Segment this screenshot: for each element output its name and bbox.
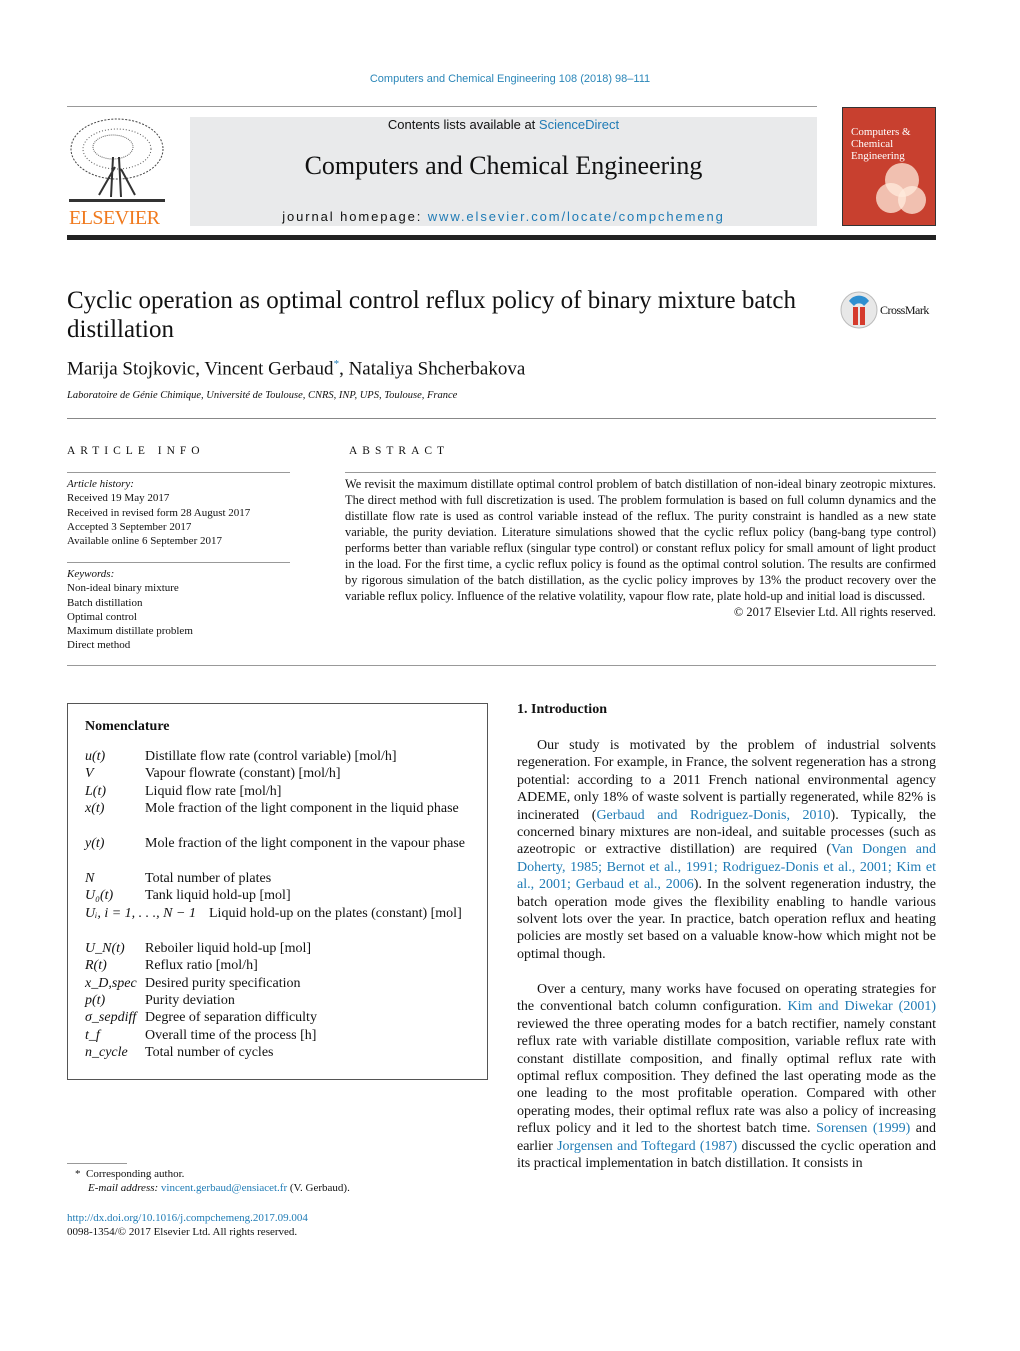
footnote-divider	[67, 1163, 127, 1164]
symbol: σ_sepdiff	[85, 1010, 137, 1025]
affiliation: Laboratoire de Génie Chimique, Universit…	[67, 390, 458, 401]
symbol: x_D,spec	[85, 976, 137, 991]
nomenclature-box: Nomenclature u(t) Distillate flow rate (c…	[67, 703, 488, 1080]
definition: Reflux ratio [mol/h]	[145, 958, 258, 973]
definition: Purity deviation	[145, 993, 235, 1008]
symbol: x(t)	[85, 801, 105, 816]
symbol: n_cycle	[85, 1045, 128, 1060]
symbol: u(t)	[85, 749, 106, 764]
abstract: We revisit the maximum distillate optima…	[345, 476, 936, 620]
cover-graphic-icon	[898, 186, 926, 214]
definition: Tank liquid hold-up [mol]	[145, 888, 291, 903]
history-item: Received in revised form 28 August 2017	[67, 506, 251, 519]
keyword: Optimal control	[67, 610, 137, 623]
contents-line: Contents lists available at ScienceDirec…	[190, 117, 817, 132]
definition: Vapour flowrate (constant) [mol/h]	[145, 766, 341, 781]
author-name: , Nataliya Shcherbakova	[339, 358, 526, 380]
footnote-text: Corresponding author.	[86, 1168, 185, 1180]
keyword: Batch distillation	[67, 596, 143, 609]
symbol: t_f	[85, 1028, 100, 1043]
symbol: N	[85, 871, 95, 886]
symbol: y(t)	[85, 836, 105, 851]
journal-title: Computers and Chemical Engineering	[304, 151, 703, 180]
footnote-corresponding: * Corresponding author.	[75, 1168, 184, 1180]
divider	[67, 562, 290, 563]
journal-cover[interactable]: Computers & Chemical Engineering	[842, 107, 936, 226]
doi-link[interactable]: http://dx.doi.org/10.1016/j.compchemeng.…	[67, 1212, 308, 1224]
email-label: E-mail address:	[88, 1182, 161, 1194]
keywords-label: Keywords:	[67, 568, 115, 580]
definition: Liquid hold-up on the plates (constant) …	[209, 906, 462, 921]
email-link[interactable]: vincent.gerbaud@ensiacet.fr	[161, 1182, 287, 1194]
citation-link[interactable]: Gerbaud and Rodriguez-Donis, 2010	[596, 808, 830, 823]
contents-prefix: Contents lists available at	[387, 117, 539, 132]
article-info-heading: ARTICLE INFO	[67, 445, 205, 457]
symbol: R(t)	[85, 958, 107, 973]
cover-title: Computers & Chemical Engineering	[851, 126, 911, 162]
section-heading-introduction: 1. Introduction	[517, 702, 607, 717]
symbol: p(t)	[85, 993, 106, 1008]
citation-link[interactable]: Kim and Diwekar (2001)	[787, 999, 936, 1014]
footnote-email: E-mail address: vincent.gerbaud@ensiacet…	[88, 1182, 350, 1194]
author-names: Marija Stojkovic, Vincent Gerbaud	[67, 358, 334, 380]
definition: Liquid flow rate [mol/h]	[145, 784, 282, 799]
header-divider	[67, 235, 936, 240]
definition: Distillate flow rate (control variable) …	[145, 749, 397, 764]
symbol: V	[85, 766, 94, 781]
crossmark-button[interactable]: CrossMark	[840, 291, 940, 329]
journal-reference[interactable]: Computers and Chemical Engineering 108 (…	[0, 73, 1020, 85]
publisher-name: ELSEVIER	[69, 207, 160, 229]
homepage-link[interactable]: www.elsevier.com/locate/compchemeng	[428, 209, 725, 224]
divider	[67, 418, 936, 419]
divider	[67, 665, 936, 666]
homepage-line: journal homepage: www.elsevier.com/locat…	[190, 209, 817, 224]
keyword: Non-ideal binary mixture	[67, 582, 179, 595]
issn-copyright: 0098-1354/© 2017 Elsevier Ltd. All right…	[67, 1226, 298, 1238]
symbol: Uᵢ, i = 1, . . ., N − 1	[85, 906, 196, 921]
definition: Mole fraction of the light component in …	[145, 836, 465, 851]
history-item: Received 19 May 2017	[67, 492, 170, 505]
history-label: Article history:	[67, 478, 134, 490]
abstract-text: We revisit the maximum distillate optima…	[345, 477, 936, 603]
keyword: Maximum distillate problem	[67, 625, 193, 638]
definition: Desired purity specification	[145, 976, 301, 991]
citation-link[interactable]: Jorgensen and Toftegard (1987)	[557, 1139, 737, 1154]
footnote-marker: *	[75, 1168, 81, 1180]
nomenclature-heading: Nomenclature	[85, 719, 170, 734]
definition: Total number of cycles	[145, 1045, 274, 1060]
article-title: Cyclic operation as optimal control refl…	[67, 287, 796, 343]
citation-link[interactable]: Sorensen (1999)	[816, 1121, 910, 1136]
article-history: Article history: Received 19 May 2017 Re…	[67, 477, 250, 548]
journal-banner: Contents lists available at ScienceDirec…	[190, 117, 817, 226]
keyword: Direct method	[67, 639, 131, 652]
sciencedirect-link[interactable]: ScienceDirect	[539, 117, 619, 132]
keywords: Keywords: Non-ideal binary mixture Batch…	[67, 567, 193, 653]
abstract-copyright: © 2017 Elsevier Ltd. All rights reserved…	[733, 605, 936, 619]
divider	[67, 472, 290, 473]
abstract-heading: ABSTRACT	[349, 445, 450, 457]
symbol: U_N(t)	[85, 941, 125, 956]
elsevier-tree-icon	[69, 118, 165, 202]
definition: Mole fraction of the light component in …	[145, 801, 459, 816]
email-suffix: (V. Gerbaud).	[287, 1182, 350, 1194]
history-item: Available online 6 September 2017	[67, 535, 222, 548]
divider	[67, 106, 817, 107]
divider	[345, 472, 936, 473]
definition: Degree of separation difficulty	[145, 1010, 317, 1025]
definition: Total number of plates	[145, 871, 272, 886]
definition: Reboiler liquid hold-up [mol]	[145, 941, 312, 956]
authors: Marija Stojkovic, Vincent Gerbaud*, Nata…	[67, 358, 525, 380]
elsevier-logo[interactable]: ELSEVIER	[67, 117, 167, 229]
history-item: Accepted 3 September 2017	[67, 520, 192, 533]
homepage-prefix: journal homepage:	[282, 209, 428, 224]
intro-paragraph-1: Our study is motivated by the problem of…	[517, 737, 936, 963]
definition: Overall time of the process [h]	[145, 1028, 317, 1043]
symbol: U₀(t)	[85, 888, 114, 903]
symbol: L(t)	[85, 784, 106, 799]
paragraph-text: reviewed the three operating modes for a…	[517, 1016, 936, 1137]
crossmark-label: CrossMark	[880, 303, 929, 317]
crossmark-icon	[840, 291, 878, 329]
intro-paragraph-2: Over a century, many works have focused …	[517, 981, 936, 1172]
